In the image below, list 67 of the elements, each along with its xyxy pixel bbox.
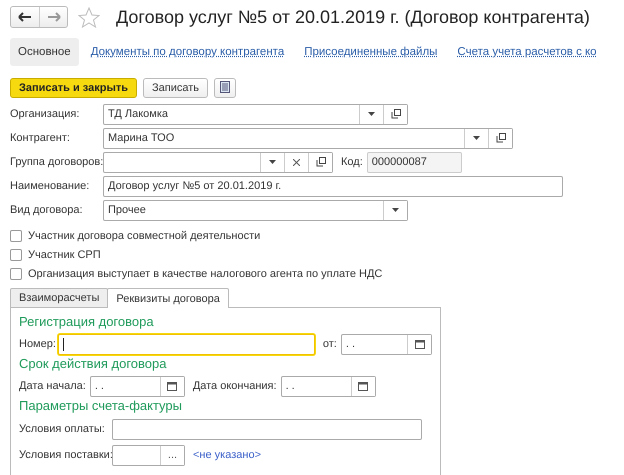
window-title: Договор услуг №5 от 20.01.2019 г. (Договор контрагента) — [116, 6, 590, 28]
field-label: Условия поставки: — [19, 449, 112, 461]
section-link[interactable]: Основное — [10, 38, 79, 66]
field-label: Группа договоров: — [10, 156, 103, 168]
dropdown-button[interactable] — [383, 200, 407, 220]
field-label: Номер: — [19, 338, 56, 350]
date-field[interactable]: . . — [340, 334, 432, 354]
open-window-icon — [390, 109, 400, 119]
back-arrow-icon — [18, 12, 32, 22]
not-specified-link[interactable]: <не указано> — [193, 449, 261, 461]
field-label: Наименование: — [10, 180, 90, 192]
tab[interactable]: Реквизиты договора — [107, 288, 229, 308]
checkbox-label: Участник СРП — [28, 248, 101, 260]
date-field[interactable]: . . — [280, 376, 376, 396]
field-label: Вид договора: — [10, 204, 84, 216]
input-field[interactable]: ТД Лакомка — [103, 104, 408, 124]
checkbox-label: Организация выступает в качестве налогового агента по уплате НДС — [28, 268, 382, 280]
field-label: Код: — [341, 156, 363, 168]
section-link[interactable]: Счета учета расчетов с ко — [449, 38, 605, 66]
more-button[interactable] — [214, 78, 236, 98]
dropdown-caret-icon — [392, 208, 399, 212]
select-button[interactable]: ... — [160, 446, 184, 464]
input-field[interactable]: Договор услуг №5 от 20.01.2019 г. — [103, 176, 563, 196]
save-button[interactable]: Записать — [143, 78, 208, 98]
number-field[interactable] — [58, 334, 315, 354]
field-label: Организация: — [10, 108, 80, 120]
input-field[interactable]: ... — [112, 444, 185, 466]
open-window-icon — [316, 157, 326, 167]
calendar-icon — [358, 381, 368, 391]
field-label: Дата начала: — [19, 380, 86, 392]
tab[interactable]: Взаиморасчеты — [10, 288, 108, 308]
open-button[interactable] — [488, 128, 512, 148]
field-label: Условия оплаты: — [19, 423, 106, 435]
calendar-icon — [414, 339, 424, 349]
checkbox[interactable] — [10, 248, 22, 260]
calendar-button[interactable] — [160, 376, 184, 396]
calendar-button[interactable] — [350, 376, 375, 396]
calendar-button[interactable] — [407, 334, 431, 354]
input-field[interactable] — [112, 418, 422, 440]
field-label: от: — [322, 338, 337, 350]
save-and-close-button[interactable]: Записать и закрыть — [10, 78, 138, 98]
open-button[interactable] — [308, 152, 332, 172]
dropdown-caret-icon — [269, 160, 276, 164]
section-heading: Параметры счета-фактуры — [19, 398, 183, 415]
dropdown-caret-icon — [473, 136, 480, 140]
open-button[interactable] — [383, 104, 407, 124]
section-link[interactable]: Документы по договору контрагента — [82, 38, 292, 66]
section-link[interactable]: Присоединенные файлы — [296, 38, 446, 66]
section-heading: Срок действия договора — [19, 356, 168, 373]
input-field[interactable]: Прочее — [103, 200, 408, 220]
star-icon[interactable] — [78, 6, 100, 28]
checkbox[interactable] — [10, 268, 22, 280]
calendar-icon — [167, 381, 178, 391]
checkbox[interactable] — [10, 230, 22, 242]
date-field[interactable]: . . — [90, 376, 185, 396]
section-heading: Регистрация договора — [19, 314, 155, 331]
input-field[interactable] — [103, 152, 333, 172]
close-icon — [293, 158, 300, 166]
list-icon — [220, 80, 230, 92]
field-label: Контрагент: — [10, 132, 71, 144]
checkbox-label: Участник договора совместной деятельности — [28, 230, 260, 242]
input-field[interactable]: Марина ТОО — [103, 128, 513, 148]
open-window-icon — [496, 133, 506, 143]
code-field[interactable]: 000000087 — [366, 152, 462, 172]
dropdown-caret-icon — [368, 112, 375, 116]
field-label: Дата окончания: — [192, 380, 277, 392]
forward-arrow-icon — [46, 12, 60, 22]
